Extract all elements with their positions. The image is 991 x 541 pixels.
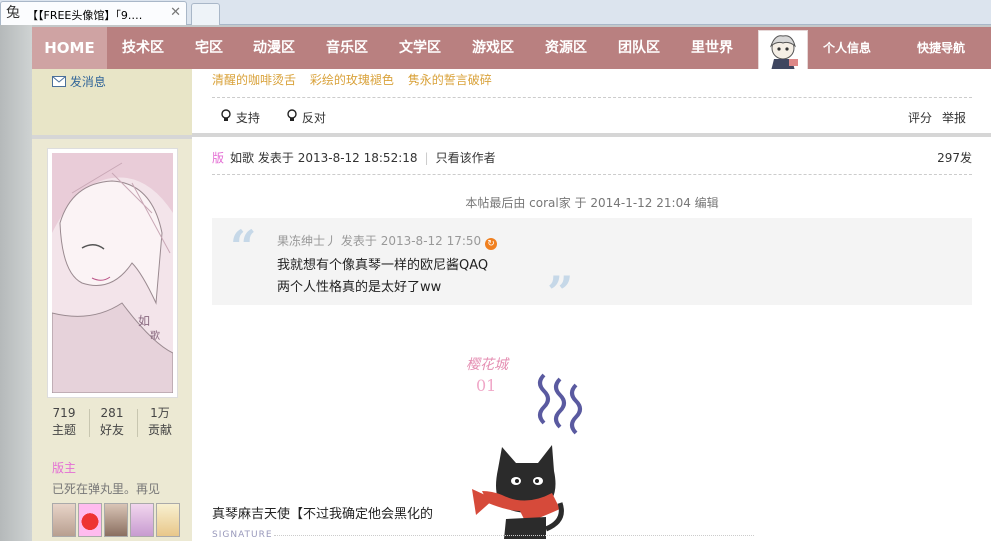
sticker-number: 01 — [476, 376, 496, 395]
stat-contribution[interactable]: 1万 贡献 — [138, 405, 182, 439]
goto-quoted-post-icon[interactable]: ↻ — [485, 238, 498, 250]
author-avatar-image: 如 歌 — [51, 153, 174, 394]
posted-prefix: 发表于 — [257, 151, 294, 165]
dashed-divider — [212, 97, 972, 98]
quote-author[interactable]: 果冻绅士丿 — [277, 234, 337, 248]
lightbulb-icon — [286, 109, 298, 125]
edit-notice: 本帖最后由 coral家 于 2014-1-12 21:04 编辑 — [465, 196, 719, 210]
signature-line: 隽永的誓言破碎 — [407, 73, 492, 87]
moderator-badge: 版 — [212, 151, 225, 165]
nav-item-inner-world[interactable]: 里世界 — [691, 27, 733, 69]
post-body: 真琴麻吉天使【不过我确定他会黑化的 — [212, 507, 434, 522]
send-message-link[interactable]: 发消息 — [52, 73, 106, 90]
avatar-watermark-1: 如 — [138, 313, 150, 328]
stat-label: 好友 — [99, 423, 124, 437]
medal-1[interactable] — [52, 503, 76, 537]
avatar-watermark-2: 歌 — [150, 329, 160, 342]
main-nav: HOME 技术区 宅区 动漫区 音乐区 文学区 游戏区 资源区 团队区 里世界 … — [32, 27, 991, 79]
header-pipe-divider: | — [424, 151, 429, 165]
tab-close-icon[interactable]: ✕ — [170, 5, 181, 21]
report-link[interactable]: 举报 — [942, 109, 966, 126]
only-author-link[interactable]: 只看该作者 — [436, 151, 496, 165]
user-custom-title: 已死在弹丸里。再见 — [52, 482, 161, 496]
post-floor-number[interactable]: 297发 — [937, 149, 972, 166]
medal-2[interactable] — [78, 503, 102, 537]
quote-block: “ 果冻绅士丿 发表于 2013-8-12 17:50 ↻ 我就想有个像真琴一样… — [212, 218, 972, 316]
page-left-edge — [0, 25, 32, 541]
nav-item-teams[interactable]: 团队区 — [618, 27, 660, 69]
stat-value: 719 — [52, 406, 76, 420]
quote-posted-prefix: 发表于 — [340, 234, 377, 248]
medal-5[interactable] — [156, 503, 180, 537]
medal-row — [52, 503, 182, 539]
previous-post-signature: 清醒的咖啡烫舌 彩绘的玫瑰褪色 隽永的誓言破碎 — [212, 71, 502, 88]
dashed-divider — [212, 174, 972, 175]
previous-post-actions: 支持 反对 评分 举报 — [220, 107, 980, 127]
send-message-label: 发消息 — [69, 75, 106, 89]
author-sidebar: 发消息 如 歌 719 主题 281 好友 1万 贡献 版主 已死在弹丸里。再见 — [32, 69, 192, 541]
post-date: 2013-8-12 18:52:18 — [297, 151, 418, 165]
post-author[interactable]: 如歌 — [230, 151, 254, 165]
medal-3[interactable] — [104, 503, 128, 537]
post-header: 版如歌 发表于 2013-8-12 18:52:18 | 只看该作者 297发 — [212, 149, 972, 169]
signature-divider — [274, 535, 754, 536]
signature-line: 彩绘的玫瑰褪色 — [309, 73, 394, 87]
oppose-label: 反对 — [301, 111, 326, 125]
oppose-button[interactable]: 反对 — [286, 109, 326, 126]
signature-line: 清醒的咖啡烫舌 — [212, 73, 297, 87]
forum-page: HOME 技术区 宅区 动漫区 音乐区 文学区 游戏区 资源区 团队区 里世界 … — [0, 25, 991, 541]
nav-home[interactable]: HOME — [32, 27, 107, 69]
sticker-caption: 樱花城 — [466, 357, 510, 373]
new-tab-button[interactable] — [191, 3, 220, 25]
envelope-icon — [52, 75, 70, 89]
quote-date: 2013-8-12 17:50 — [380, 234, 482, 248]
post-separator — [192, 133, 991, 137]
support-label: 支持 — [235, 111, 260, 125]
stat-threads[interactable]: 719 主题 — [42, 405, 86, 439]
avatar — [758, 30, 808, 74]
nav-item-resources[interactable]: 资源区 — [545, 27, 587, 69]
stat-label: 主题 — [51, 423, 76, 437]
stat-value: 1万 — [150, 406, 170, 420]
author-stats: 719 主题 281 好友 1万 贡献 — [42, 405, 182, 439]
nav-item-music[interactable]: 音乐区 — [326, 27, 368, 69]
sidebar-divider — [32, 135, 192, 139]
tab-favicon-icon: 兔 — [6, 5, 20, 21]
nav-quick[interactable]: 快捷导航 — [917, 27, 965, 69]
tab-title: 【【FREE头像馆】「9.… — [27, 9, 143, 22]
stat-label: 贡献 — [147, 423, 172, 437]
nav-item-tech[interactable]: 技术区 — [122, 27, 164, 69]
nav-profile[interactable]: 个人信息 — [823, 27, 871, 69]
stat-value: 281 — [100, 406, 124, 420]
nav-item-literature[interactable]: 文学区 — [399, 27, 441, 69]
prev-sidebar-block: 发消息 — [32, 69, 192, 135]
user-role[interactable]: 版主 — [52, 459, 76, 476]
close-quote-icon: ” — [547, 266, 574, 320]
nav-item-games[interactable]: 游戏区 — [472, 27, 514, 69]
open-quote-icon: “ — [230, 220, 257, 274]
cat-sticker-image: 樱花城 01 — [442, 339, 592, 539]
support-button[interactable]: 支持 — [220, 109, 260, 126]
lightbulb-icon — [220, 109, 232, 125]
browser-tab[interactable]: 兔 【【FREE头像馆】「9.… ✕ — [0, 1, 187, 25]
stat-friends[interactable]: 281 好友 — [90, 405, 134, 439]
rate-link[interactable]: 评分 — [908, 109, 932, 126]
quote-meta: 果冻绅士丿 发表于 2013-8-12 17:50 ↻ — [277, 232, 498, 250]
nav-item-anime[interactable]: 动漫区 — [253, 27, 295, 69]
chibi-avatar-icon — [769, 35, 798, 71]
author-avatar[interactable]: 如 歌 — [47, 148, 178, 398]
browser-tab-strip: 兔 【【FREE头像馆】「9.… ✕ — [0, 0, 991, 25]
medal-4[interactable] — [130, 503, 154, 537]
quote-line: 两个人性格真的是太好了ww — [277, 280, 442, 295]
post-column: 清醒的咖啡烫舌 彩绘的玫瑰褪色 隽永的誓言破碎 支持 反对 评分 举报 版 如歌… — [192, 69, 991, 541]
quote-line: 我就想有个像真琴一样的欧尼酱QAQ — [277, 258, 489, 273]
nav-item-otaku[interactable]: 宅区 — [195, 27, 223, 69]
signature-label: SIGNATURE — [212, 530, 273, 540]
